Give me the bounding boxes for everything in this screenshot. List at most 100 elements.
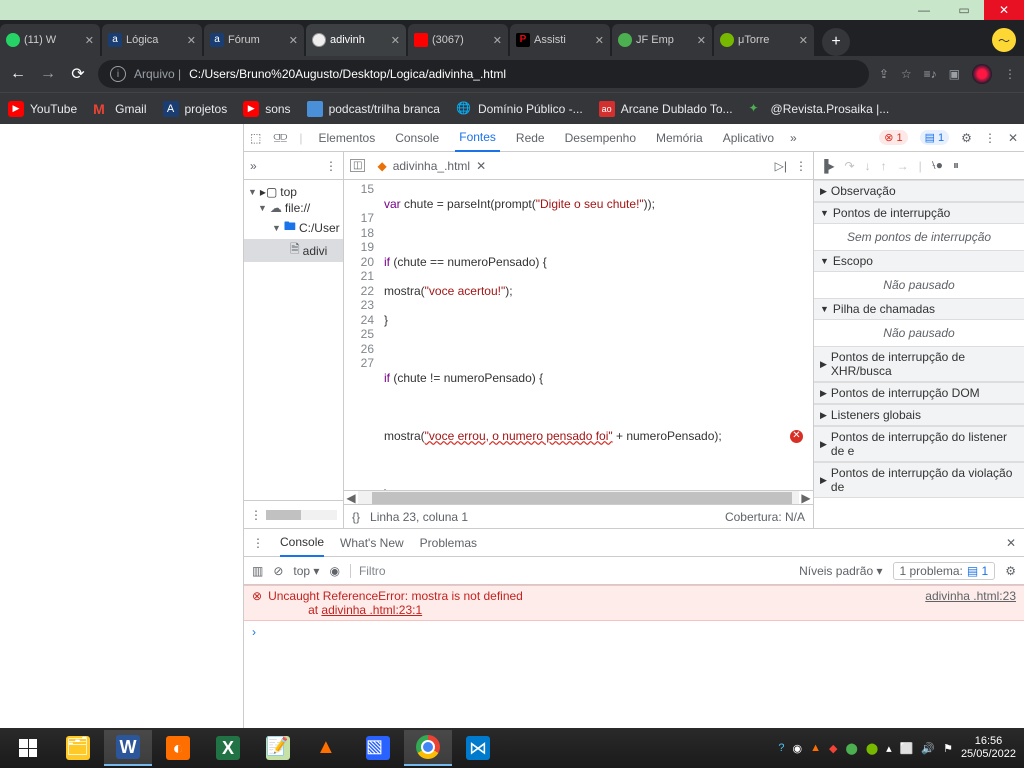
- tray-av-icon[interactable]: ⬤: [846, 742, 858, 755]
- tab-aplicativo[interactable]: Aplicativo: [719, 124, 778, 152]
- tab-desempenho[interactable]: Desempenho: [561, 124, 640, 152]
- close-icon[interactable]: ✕: [85, 34, 94, 47]
- console-sidebar-icon[interactable]: ▥: [252, 564, 263, 578]
- window-maximize[interactable]: ▭: [944, 0, 984, 20]
- code-editor[interactable]: 15 1718 1920 2122 2324 2526 27 var chute…: [344, 180, 813, 490]
- profile-avatar[interactable]: [972, 64, 992, 84]
- nav-kebab2-icon[interactable]: ⋮: [250, 508, 262, 522]
- bookmark[interactable]: 🌐Domínio Público -...: [456, 101, 583, 117]
- issue-badge[interactable]: 1: [920, 130, 950, 145]
- browser-tab[interactable]: JF Emp✕: [612, 24, 712, 56]
- info-icon[interactable]: i: [110, 66, 126, 82]
- nav-scrollbar[interactable]: [266, 510, 337, 520]
- close-icon[interactable]: ✕: [697, 34, 706, 47]
- sidepanel-icon[interactable]: ▣: [949, 67, 960, 81]
- close-file-icon[interactable]: ✕: [476, 159, 486, 173]
- taskbar-excel[interactable]: X: [204, 730, 252, 766]
- drawer-tab-whatsnew[interactable]: What's New: [340, 536, 404, 550]
- tab-rede[interactable]: Rede: [512, 124, 549, 152]
- tray-discord-icon[interactable]: ◉: [793, 742, 803, 755]
- tree-adivinha[interactable]: 🗎adivi: [244, 239, 343, 262]
- section-dom[interactable]: ▶Pontos de interrupção DOM: [814, 382, 1024, 404]
- drawer-tab-console[interactable]: Console: [280, 529, 324, 557]
- close-icon[interactable]: ✕: [289, 34, 298, 47]
- braces-icon[interactable]: {}: [352, 510, 360, 524]
- taskbar-screenshot[interactable]: ▧: [354, 730, 402, 766]
- tray-volume-icon[interactable]: 🔊: [921, 742, 935, 755]
- tray-vlc-icon[interactable]: ▲: [810, 742, 821, 754]
- taskbar-word[interactable]: W: [104, 730, 152, 766]
- star-icon[interactable]: ☆: [901, 67, 912, 81]
- editor-nav-icon[interactable]: ◫: [350, 159, 365, 172]
- section-listener-bp[interactable]: ▶Pontos de interrupção do listener de e: [814, 426, 1024, 462]
- console-levels[interactable]: Níveis padrão ▾: [799, 564, 882, 578]
- editor-scrollbar[interactable]: ◀▶: [344, 490, 813, 504]
- window-minimize[interactable]: —: [904, 0, 944, 20]
- drawer-tab-problemas[interactable]: Problemas: [420, 536, 477, 550]
- error-location-link[interactable]: adivinha .html:23: [925, 589, 1016, 617]
- tab-memoria[interactable]: Memória: [652, 124, 707, 152]
- tray-help-icon[interactable]: ?: [778, 742, 784, 754]
- nav-kebab-icon[interactable]: ⋮: [325, 159, 337, 173]
- deactivate-bp-icon[interactable]: ⧷●: [932, 158, 943, 173]
- problem-badge[interactable]: 1 problema:▤ 1: [893, 562, 996, 580]
- window-close[interactable]: ✕: [984, 0, 1024, 20]
- bookmark[interactable]: ✦@Revista.Prosaika |...: [749, 101, 890, 117]
- browser-tab[interactable]: PAssisti✕: [510, 24, 610, 56]
- browser-tab[interactable]: aFórum✕: [204, 24, 304, 56]
- taskbar-notepad[interactable]: 📝: [254, 730, 302, 766]
- close-icon[interactable]: ✕: [493, 34, 502, 47]
- error-inline-icon[interactable]: ✕: [790, 430, 803, 443]
- minimize-circle[interactable]: 〜: [992, 28, 1016, 52]
- tab-fontes[interactable]: Fontes: [455, 124, 500, 152]
- console-filter[interactable]: Filtro: [350, 564, 789, 578]
- bookmark[interactable]: podcast/trilha branca: [307, 101, 440, 117]
- browser-tab[interactable]: (11) W✕: [0, 24, 100, 56]
- console-context[interactable]: top ▾: [293, 564, 319, 578]
- section-observacao[interactable]: ▶Observação: [814, 180, 1024, 202]
- tray-security-icon[interactable]: ◆: [829, 742, 837, 755]
- console-prompt[interactable]: ›: [244, 621, 1024, 643]
- close-icon[interactable]: ✕: [391, 34, 400, 47]
- section-breakpoints[interactable]: ▼Pontos de interrupção: [814, 202, 1024, 224]
- section-callstack[interactable]: ▼Pilha de chamadas: [814, 298, 1024, 320]
- browser-tab-active[interactable]: adivinh✕: [306, 24, 406, 56]
- taskbar-foxit[interactable]: ◐: [154, 730, 202, 766]
- resume-icon[interactable]: ▐▸: [820, 159, 835, 173]
- error-badge[interactable]: 1: [879, 130, 907, 145]
- section-xhr[interactable]: ▶Pontos de interrupção de XHR/busca: [814, 346, 1024, 382]
- tray-flag-icon[interactable]: ⚑: [943, 742, 953, 755]
- taskbar-chrome[interactable]: [404, 730, 452, 766]
- taskbar-vscode[interactable]: ⋈: [454, 730, 502, 766]
- tray-network-icon[interactable]: ⬜: [900, 742, 914, 755]
- console-settings-icon[interactable]: ⚙: [1005, 564, 1016, 578]
- browser-tab[interactable]: (3067)✕: [408, 24, 508, 56]
- share-icon[interactable]: ⇪: [879, 67, 889, 81]
- drawer-kebab-icon[interactable]: ⋮: [252, 536, 264, 550]
- tree-users[interactable]: ▼🖿C:/User: [244, 216, 343, 239]
- pause-exc-icon[interactable]: ⏸: [953, 158, 959, 173]
- console-clear-icon[interactable]: ⊘: [273, 564, 283, 578]
- reload-button[interactable]: ⟳: [68, 64, 88, 84]
- system-clock[interactable]: 16:56 25/05/2022: [961, 735, 1016, 761]
- nav-more-icon[interactable]: »: [250, 159, 257, 173]
- console-error-row[interactable]: ⊗ Uncaught ReferenceError: mostra is not…: [244, 585, 1024, 621]
- drawer-close-icon[interactable]: ✕: [1006, 536, 1016, 550]
- browser-tab[interactable]: aLógica✕: [102, 24, 202, 56]
- run-snippet-icon[interactable]: ▷|: [775, 159, 787, 173]
- editor-kebab-icon[interactable]: ⋮: [795, 159, 807, 173]
- settings-icon[interactable]: ⚙: [961, 131, 972, 145]
- tree-file[interactable]: ▼☁file://: [244, 200, 343, 216]
- file-tab[interactable]: ◆ adivinha_.html ✕: [373, 159, 490, 173]
- section-listeners[interactable]: ▶Listeners globais: [814, 404, 1024, 426]
- tab-elementos[interactable]: Elementos: [315, 124, 380, 152]
- tree-top[interactable]: ▼▸▢top: [244, 184, 343, 200]
- inspect-icon[interactable]: ⬚: [250, 131, 261, 145]
- back-button[interactable]: ←: [8, 65, 28, 83]
- address-bar[interactable]: i Arquivo | C:/Users/Bruno%20Augusto/Des…: [98, 60, 869, 88]
- section-escopo[interactable]: ▼Escopo: [814, 250, 1024, 272]
- menu-icon[interactable]: ⋮: [1004, 67, 1016, 81]
- tray-chevron-icon[interactable]: ▴: [886, 742, 892, 755]
- taskbar-explorer[interactable]: 🗂: [54, 730, 102, 766]
- browser-tab[interactable]: μTorre✕: [714, 24, 814, 56]
